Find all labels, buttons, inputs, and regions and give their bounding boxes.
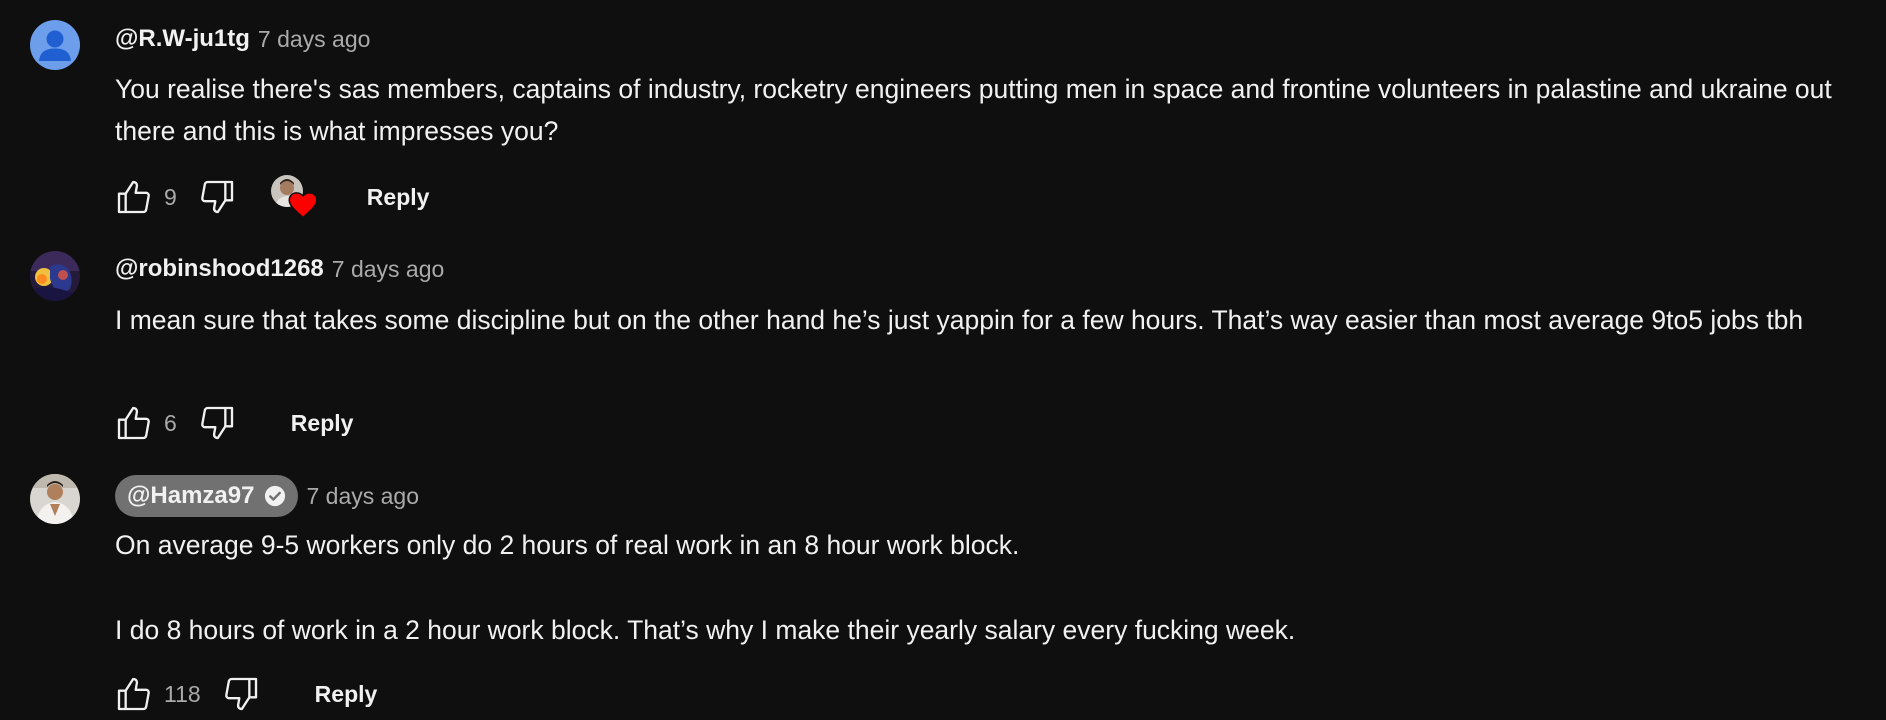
author-name[interactable]: @robinshood1268 <box>115 255 324 283</box>
thumbs-up-icon <box>117 677 150 711</box>
comment-text: You realise there's sas members, captain… <box>115 74 1832 146</box>
comment-header: @Hamza97 7 days ago <box>115 475 419 517</box>
reply-button[interactable]: Reply <box>291 410 354 437</box>
verified-check-icon <box>265 485 286 507</box>
like-count: 118 <box>164 680 201 707</box>
comment-header: @R.W-ju1tg 7 days ago <box>115 20 370 58</box>
like-count: 6 <box>164 409 177 436</box>
comment-text: I mean sure that takes some discipline b… <box>115 305 1804 335</box>
comment-timestamp[interactable]: 7 days ago <box>258 26 371 53</box>
comment-actions: 6 Reply <box>112 401 353 445</box>
comment-timestamp[interactable]: 7 days ago <box>332 256 445 283</box>
dislike-button[interactable] <box>195 175 239 219</box>
like-button[interactable] <box>112 672 156 716</box>
thumbs-down-icon <box>224 677 257 711</box>
comment-actions: 9 Reply <box>112 175 429 219</box>
comment-text-line-2: I do 8 hours of work in a 2 hour work bl… <box>115 615 1296 645</box>
heart-icon <box>288 192 318 219</box>
comment-actions: 118 Reply <box>112 672 377 716</box>
channel-owner-badge[interactable]: @Hamza97 <box>115 475 299 517</box>
thumbs-up-icon <box>117 406 150 440</box>
thumbs-down-icon <box>200 180 233 214</box>
like-button[interactable] <box>112 175 156 219</box>
reply-button[interactable]: Reply <box>367 184 430 211</box>
author-name[interactable]: @Hamza97 <box>127 482 254 510</box>
creator-heart-badge[interactable] <box>270 175 321 219</box>
reply-button[interactable]: Reply <box>315 681 378 708</box>
comment-text-line-1: On average 9-5 workers only do 2 hours o… <box>115 530 1020 560</box>
like-button[interactable] <box>112 401 156 445</box>
like-count: 9 <box>164 183 177 210</box>
author-name[interactable]: @R.W-ju1tg <box>115 25 250 53</box>
dislike-button[interactable] <box>219 672 263 716</box>
avatar[interactable] <box>30 251 80 301</box>
comment-timestamp[interactable]: 7 days ago <box>306 483 419 510</box>
comment-header: @robinshood1268 7 days ago <box>115 250 444 288</box>
dislike-button[interactable] <box>195 401 239 445</box>
thumbs-up-icon <box>117 180 150 214</box>
thumbs-down-icon <box>200 406 233 440</box>
avatar[interactable] <box>30 474 80 524</box>
avatar[interactable] <box>30 20 80 70</box>
